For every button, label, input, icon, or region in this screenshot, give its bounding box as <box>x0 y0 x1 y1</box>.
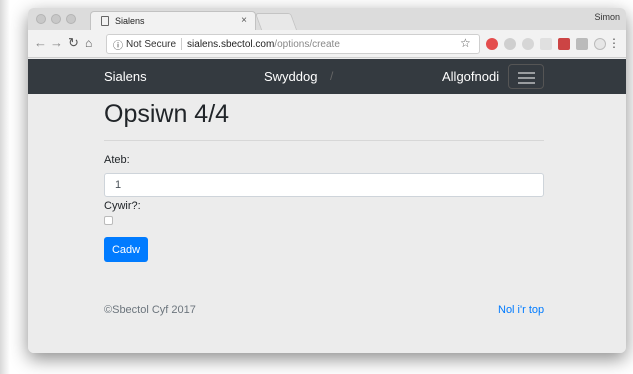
page-edge-shadow <box>0 0 10 374</box>
back-to-top-link[interactable]: Nol i'r top <box>498 304 544 316</box>
wordpress-extension-icon[interactable] <box>504 38 516 50</box>
window-controls <box>36 14 76 24</box>
brand-link[interactable]: Sialens <box>104 69 147 84</box>
tab-bar: Sialens × Simon <box>28 8 626 30</box>
tools-extension-icon[interactable] <box>558 38 570 50</box>
extension-icon[interactable] <box>522 38 534 50</box>
page-title: Opsiwn 4/4 <box>104 100 230 128</box>
account-icon[interactable] <box>594 38 606 50</box>
site-navbar: Sialens Swyddog / Allgofnodi <box>28 59 626 94</box>
answer-label: Ateb: <box>104 154 130 166</box>
correct-checkbox[interactable] <box>104 216 113 225</box>
cast-icon[interactable] <box>540 38 552 50</box>
hamburger-menu-icon[interactable] <box>508 64 544 89</box>
url-host: sialens.sbectol.com <box>187 38 275 50</box>
back-arrow-icon[interactable]: ← <box>34 36 47 50</box>
close-window-button[interactable] <box>36 14 46 24</box>
address-bar[interactable]: ⓘ Not Secure sialens.sbectol.com/options… <box>106 34 480 54</box>
info-icon: ⓘ <box>113 40 123 52</box>
new-tab-button[interactable] <box>254 13 298 30</box>
breadcrumb-separator: / <box>330 69 334 83</box>
home-icon[interactable]: ⌂ <box>85 36 92 50</box>
security-label: Not Secure <box>126 38 177 50</box>
browser-toolbar: ← → ↻ ⌂ ⓘ Not Secure sialens.sbectol.com… <box>28 30 626 58</box>
browser-menu-icon[interactable]: ⋮ <box>608 36 620 50</box>
save-button[interactable]: Cadw <box>104 237 148 262</box>
bookmark-star-icon[interactable]: ☆ <box>460 36 471 50</box>
correct-label: Cywir?: <box>104 200 141 212</box>
address-separator <box>181 38 183 50</box>
close-tab-icon[interactable]: × <box>241 15 247 26</box>
nav-link-official[interactable]: Swyddog <box>264 69 317 84</box>
forward-arrow-icon[interactable]: → <box>50 36 63 50</box>
profile-name[interactable]: Simon <box>594 12 620 22</box>
document-icon <box>101 16 109 26</box>
minimize-window-button[interactable] <box>51 14 61 24</box>
reload-icon[interactable]: ↻ <box>68 36 79 50</box>
title-divider <box>104 140 544 141</box>
logout-link[interactable]: Allgofnodi <box>442 69 499 84</box>
browser-window: Sialens × Simon ← → ↻ ⌂ ⓘ Not Secure sia… <box>28 8 626 353</box>
tab-title: Sialens <box>115 16 145 26</box>
main-content: Opsiwn 4/4 Ateb: Cywir?: Cadw ©Sbectol C… <box>28 94 626 353</box>
url-path: /options/create <box>274 38 340 50</box>
answer-input[interactable] <box>104 173 544 197</box>
adblock-extension-icon[interactable] <box>486 38 498 50</box>
zoom-window-button[interactable] <box>66 14 76 24</box>
browser-tab[interactable]: Sialens × <box>90 11 256 30</box>
copyright-text: ©Sbectol Cyf 2017 <box>104 304 196 316</box>
screenshot-extension-icon[interactable] <box>576 38 588 50</box>
